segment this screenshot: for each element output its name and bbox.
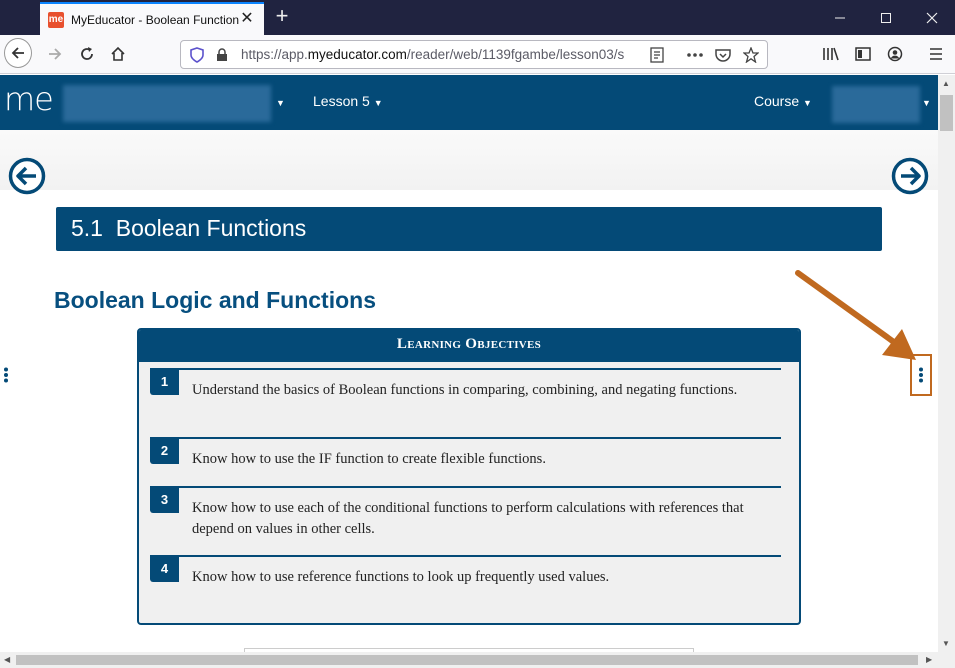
course-caret-icon: ▼	[803, 98, 812, 108]
app-header: me ▼ Lesson 5 ▼ Course ▼ ▼	[0, 75, 938, 130]
reload-button[interactable]	[73, 40, 101, 68]
scroll-down-arrow-icon[interactable]: ▼	[942, 639, 950, 648]
learning-objectives-box: Learning Objectives 1 Understand the bas…	[137, 328, 801, 625]
section-title: 5.1 Boolean Functions	[71, 215, 307, 241]
tab-title: MyEducator - Boolean Functions	[71, 12, 239, 27]
scroll-right-arrow-icon[interactable]: ▶	[926, 655, 932, 664]
reader-view-icon[interactable]	[648, 46, 666, 64]
objective-item: 3 Know how to use each of the conditiona…	[150, 486, 781, 552]
objective-text: Know how to use reference functions to l…	[192, 569, 610, 585]
home-icon	[111, 46, 125, 61]
user-dropdown-caret-icon[interactable]: ▼	[922, 98, 931, 108]
scroll-up-arrow-icon[interactable]: ▲	[942, 79, 950, 88]
app-menu-button[interactable]	[922, 40, 950, 68]
close-window-icon[interactable]	[909, 0, 955, 35]
account-button[interactable]	[881, 40, 909, 68]
vertical-scrollbar[interactable]: ▲ ▼	[938, 75, 955, 652]
close-tab-icon[interactable]: ✕	[238, 10, 256, 28]
library-button[interactable]	[817, 40, 845, 68]
scroll-left-arrow-icon[interactable]: ◀	[4, 655, 10, 664]
sidebar-toggle-button[interactable]	[849, 40, 877, 68]
back-arrow-icon	[4, 38, 32, 68]
objective-number: 3	[150, 486, 179, 513]
objective-item: 1 Understand the basics of Boolean funct…	[150, 368, 781, 434]
lesson-dropdown-label: Lesson 5	[313, 93, 370, 109]
forward-arrow-icon	[49, 48, 62, 60]
myeducator-logo[interactable]: me	[4, 80, 54, 118]
objective-number: 1	[150, 368, 179, 395]
minimize-window-icon[interactable]	[817, 0, 863, 35]
right-kebab-menu-button[interactable]	[910, 354, 932, 396]
objective-number: 2	[150, 437, 179, 464]
back-button[interactable]	[4, 38, 32, 68]
sidebar-icon	[855, 47, 871, 61]
annotation-arrow-icon	[795, 270, 916, 360]
objective-item: 2 Know how to use the IF function to cre…	[150, 437, 781, 485]
more-actions-icon[interactable]	[686, 46, 704, 64]
next-page-arrow-icon[interactable]	[891, 157, 929, 195]
lesson-dropdown[interactable]: Lesson 5 ▼	[313, 93, 383, 109]
bookmark-star-icon[interactable]	[742, 46, 760, 64]
section-title-bar: 5.1 Boolean Functions	[56, 207, 882, 251]
maximize-window-icon[interactable]	[863, 0, 909, 35]
address-bar[interactable]: https://app.myeducator.com/reader/web/11…	[180, 40, 768, 69]
objective-item: 4 Know how to use reference functions to…	[150, 555, 781, 603]
forward-button[interactable]	[41, 40, 69, 68]
right-kebab-menu-icon	[919, 367, 923, 383]
objective-text: Know how to use each of the conditional …	[192, 500, 744, 537]
next-content-frame	[244, 648, 694, 652]
objective-text: Know how to use the IF function to creat…	[192, 451, 546, 467]
pocket-icon[interactable]	[714, 46, 732, 64]
hamburger-menu-icon	[930, 48, 942, 60]
browser-toolbar: https://app.myeducator.com/reader/web/11…	[0, 35, 955, 74]
lock-icon[interactable]	[213, 46, 231, 64]
vertical-scroll-thumb[interactable]	[940, 95, 953, 131]
previous-page-arrow-icon[interactable]	[8, 157, 46, 195]
horizontal-scrollbar[interactable]: ◀ ▶	[0, 652, 955, 668]
learning-objectives-header: Learning Objectives	[139, 330, 799, 362]
reload-icon	[81, 47, 93, 60]
redacted-book-title[interactable]	[63, 85, 271, 122]
site-favicon-icon: me	[48, 11, 64, 28]
browser-tab[interactable]: me MyEducator - Boolean Functions ✕	[40, 2, 264, 35]
page-nav-band	[0, 130, 938, 190]
objective-number: 4	[150, 555, 179, 582]
page-heading: Boolean Logic and Functions	[54, 287, 376, 313]
browser-tab-bar: me MyEducator - Boolean Functions ✕ +	[0, 0, 955, 35]
course-dropdown[interactable]: Course ▼	[754, 93, 812, 109]
horizontal-scroll-thumb[interactable]	[16, 655, 918, 665]
book-dropdown-caret-icon[interactable]: ▼	[276, 98, 285, 108]
account-icon	[887, 46, 903, 62]
url-text[interactable]: https://app.myeducator.com/reader/web/11…	[241, 47, 641, 62]
redacted-user-name[interactable]	[832, 86, 920, 123]
objective-text: Understand the basics of Boolean functio…	[192, 382, 738, 398]
course-dropdown-label: Course	[754, 93, 800, 109]
library-icon	[823, 47, 839, 61]
reader-content: 5.1 Boolean Functions Boolean Logic and …	[0, 130, 938, 652]
tracking-shield-icon[interactable]	[188, 46, 206, 64]
lesson-caret-icon: ▼	[373, 98, 383, 108]
home-button[interactable]	[104, 40, 132, 68]
new-tab-icon[interactable]: +	[270, 5, 294, 29]
left-kebab-menu-icon[interactable]	[3, 367, 9, 383]
